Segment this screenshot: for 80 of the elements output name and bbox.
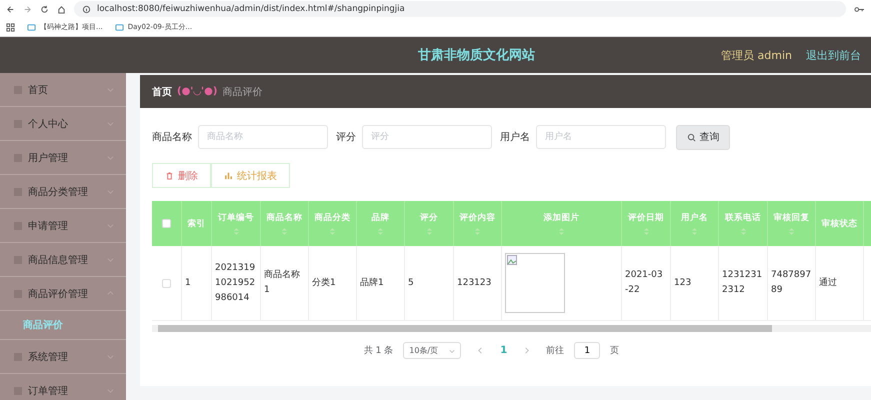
table-cell-text: 2021-03 -22 <box>625 269 664 297</box>
chevron-icon <box>107 256 114 263</box>
sort-icon[interactable] <box>644 228 648 235</box>
chevron-icon <box>107 154 114 161</box>
broken-image-icon <box>505 253 565 313</box>
goto-label: 前往 <box>546 344 564 357</box>
address-bar[interactable]: localhost:8080/feiwuzhiwenhua/admin/dist/index.html#/shangpinpingjia <box>74 1 846 17</box>
sort-icon[interactable] <box>378 228 383 235</box>
table-cell-text: 5 <box>408 276 414 290</box>
sort-icon[interactable] <box>559 228 564 235</box>
sort-icon[interactable] <box>282 228 287 235</box>
menu-label: 用户管理 <box>28 152 69 164</box>
search-icon <box>686 132 696 142</box>
menu-label: 首页 <box>28 84 49 96</box>
chevron-icon <box>107 120 114 127</box>
table-cell-text: 123 <box>674 276 692 290</box>
row-checkbox[interactable] <box>162 278 171 288</box>
chevron-icon <box>107 353 114 360</box>
bar-chart-icon <box>224 171 233 180</box>
page-suffix: 页 <box>610 345 620 357</box>
breadcrumb-separator: (●'◡'●) <box>177 86 218 97</box>
trash-icon <box>165 171 174 180</box>
table-cell-text: 1231231 2312 <box>722 269 764 297</box>
search-button[interactable]: 查询 <box>676 124 730 150</box>
sort-icon[interactable] <box>330 228 335 235</box>
info-icon <box>82 4 91 14</box>
reload-icon[interactable] <box>40 4 49 14</box>
chevron-icon <box>107 188 114 195</box>
breadcrumb-current: 商品评价 <box>222 86 262 98</box>
folder-icon <box>27 22 36 32</box>
page-size-select[interactable]: 10条/页 <box>403 342 462 359</box>
table-cell-text: 123123 <box>457 276 492 290</box>
table-cell-text: 品牌1 <box>360 276 384 290</box>
chevron-icon <box>107 387 114 394</box>
delete-button[interactable]: 删除 <box>152 163 211 188</box>
sort-icon[interactable] <box>789 228 794 235</box>
menu-label: 商品分类管理 <box>28 186 89 198</box>
menu-label: 订单管理 <box>28 384 69 398</box>
chevron-icon <box>107 222 114 229</box>
home-icon[interactable] <box>57 4 66 14</box>
sort-icon[interactable] <box>234 228 238 235</box>
sort-icon[interactable] <box>475 228 480 235</box>
back-icon[interactable] <box>6 4 15 14</box>
chevron-icon <box>107 86 114 93</box>
search-field[interactable]: 用户名 <box>536 125 666 149</box>
chevron-icon <box>107 290 114 297</box>
folder-icon <box>114 22 124 32</box>
key-icon[interactable] <box>854 4 865 14</box>
field-label: 用户名 <box>500 130 530 144</box>
exit-link[interactable]: 退出到前台 <box>806 48 861 62</box>
menu-label: 系统管理 <box>28 350 69 364</box>
table-cell-text: 通过 <box>819 276 837 290</box>
next-page-icon[interactable] <box>523 347 530 354</box>
field-label: 评分 <box>336 131 356 144</box>
forward-icon[interactable] <box>23 4 32 14</box>
sort-icon[interactable] <box>692 228 697 235</box>
table-cell-text: 7487897 89 <box>771 269 812 297</box>
dropdown-caret-icon <box>449 348 456 354</box>
apps-icon[interactable] <box>6 22 15 32</box>
search-field[interactable]: 评分 <box>362 125 492 149</box>
table-cell-text: 商品名称 1 <box>264 268 301 297</box>
previous-page-icon[interactable] <box>477 347 484 354</box>
site-title: 甘肃非物质文化网站 <box>418 46 535 64</box>
sort-icon[interactable] <box>740 228 746 235</box>
table-cell-text: 1 <box>185 276 191 290</box>
select-all-checkbox[interactable] <box>162 219 171 228</box>
table-cell-text: 分类1 <box>312 276 336 290</box>
sort-icon[interactable] <box>426 228 432 235</box>
breadcrumb-link[interactable]: 首页 <box>152 84 172 98</box>
menu-label: 个人中心 <box>28 118 69 130</box>
menu-label: 申请管理 <box>28 220 69 232</box>
search-field[interactable]: 商品名称 <box>198 125 328 149</box>
field-label: 商品名称 <box>152 130 192 144</box>
page-number[interactable]: 1 <box>500 345 508 356</box>
menu-label: 商品信息管理 <box>28 254 89 266</box>
page-jump-field[interactable]: 1 <box>574 342 600 359</box>
admin-label: 管理员 admin <box>721 48 792 62</box>
menu-label: 商品评价管理 <box>28 288 89 300</box>
total-count: 共 1 条 <box>364 344 394 357</box>
table-cell-text: 2021319 1021952 986014 <box>215 262 256 304</box>
